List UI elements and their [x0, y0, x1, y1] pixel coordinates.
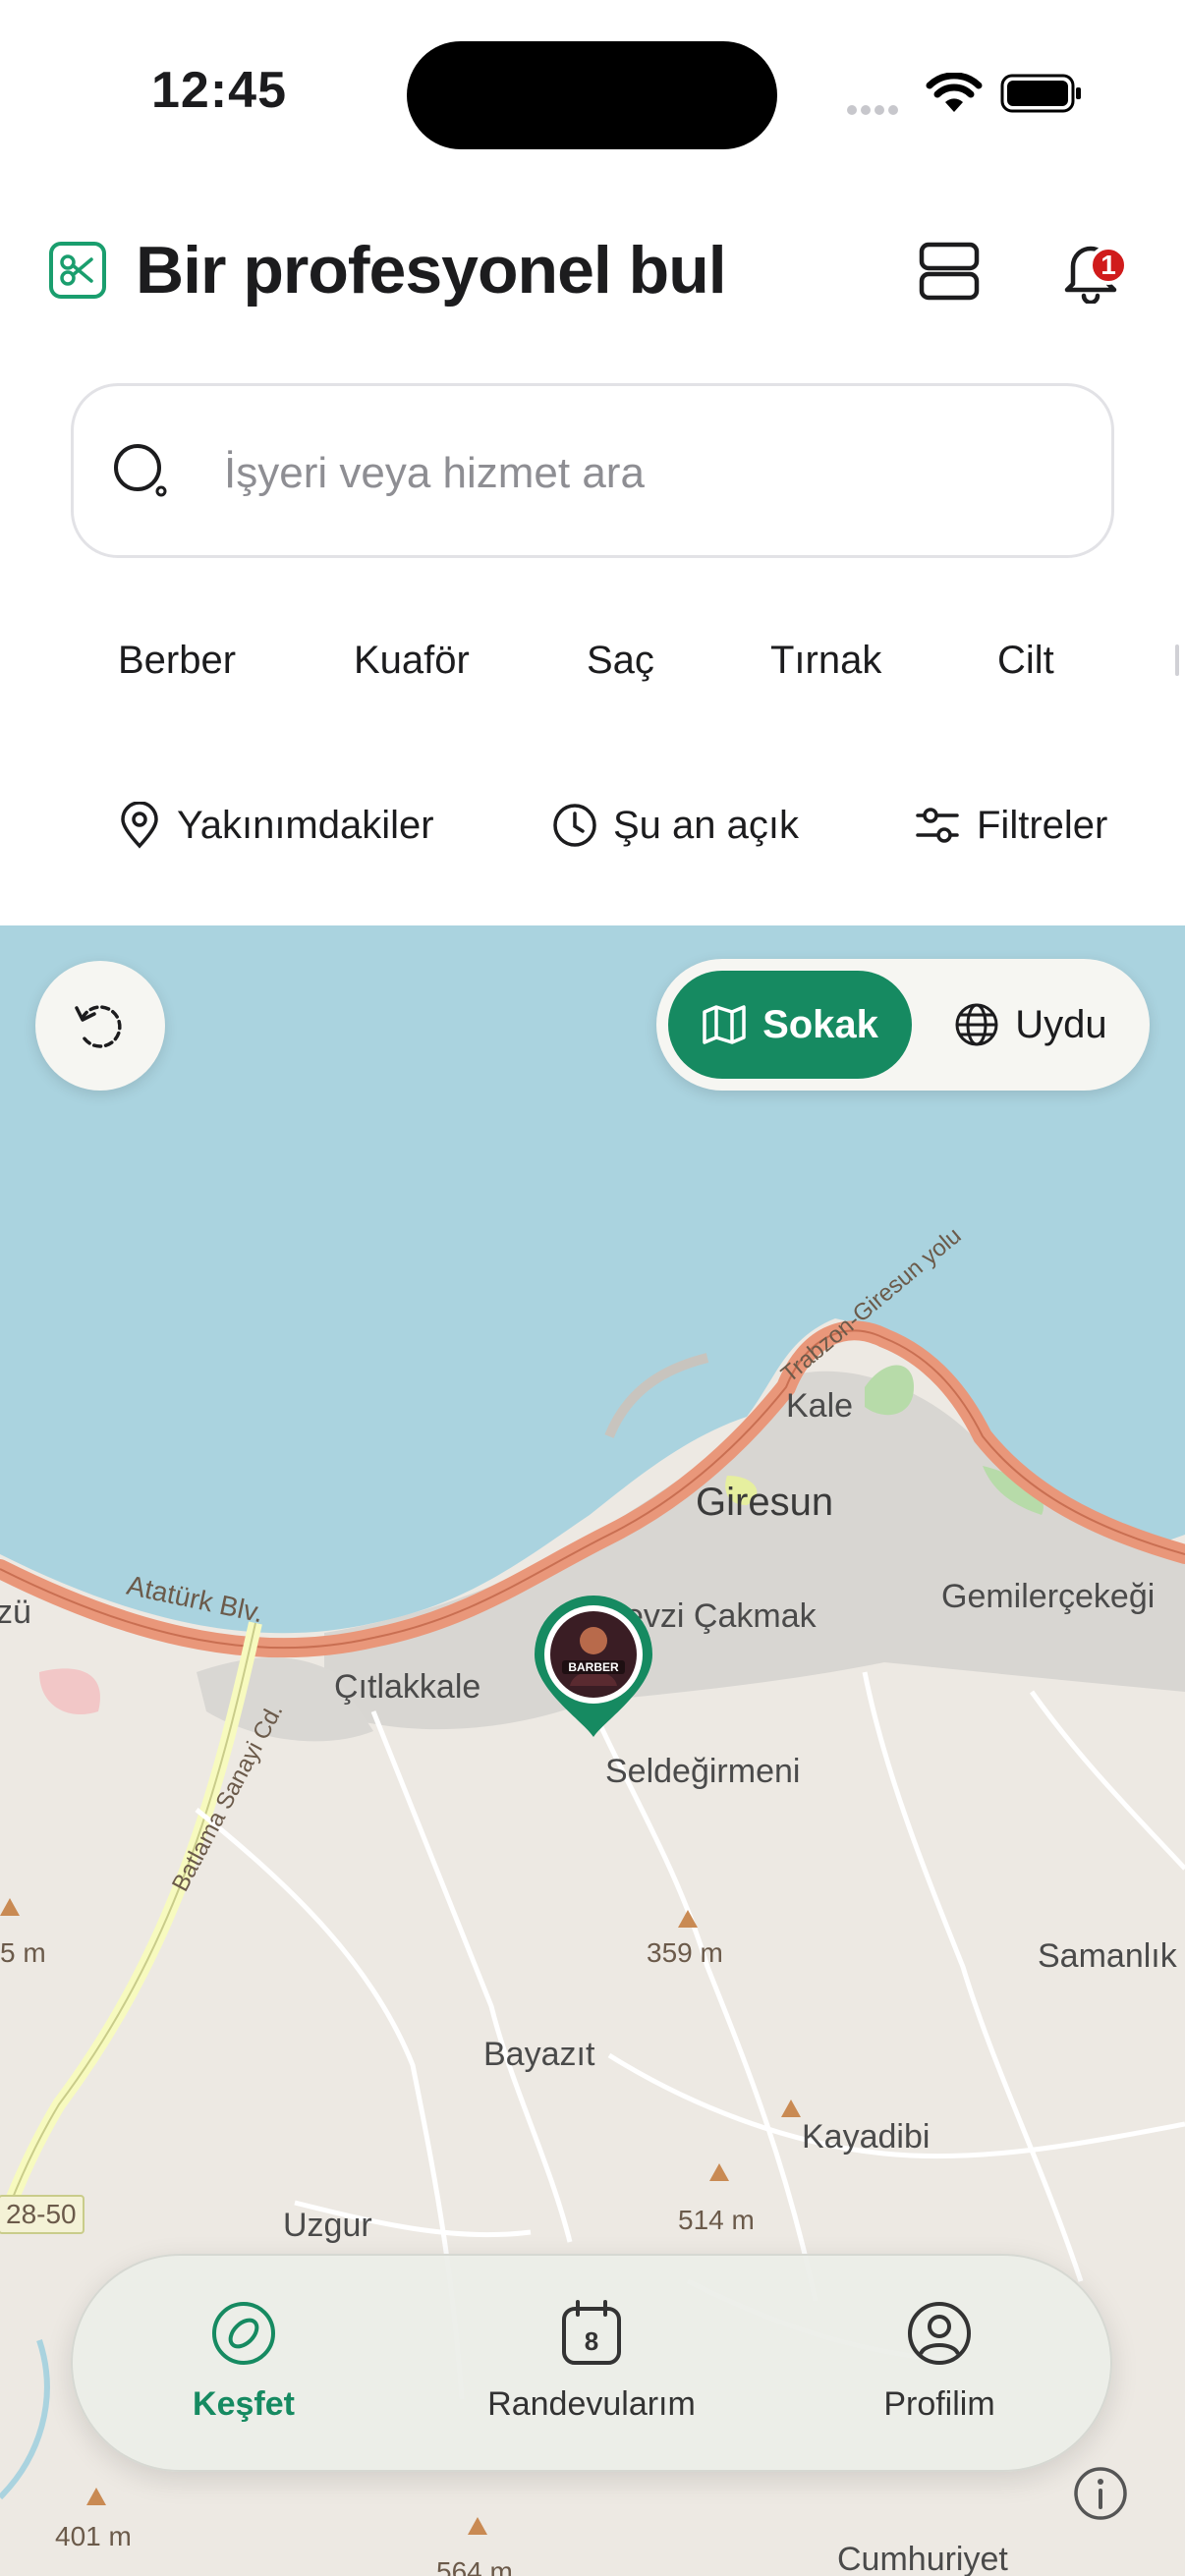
map-label-giresun: Giresun [696, 1481, 834, 1524]
satellite-mode-button[interactable]: Uydu [922, 971, 1140, 1079]
list-view-icon [919, 242, 980, 301]
scissors-logo-icon [49, 242, 106, 299]
pin-logo-text: BARBER [568, 1660, 619, 1674]
map-label-kayadibi: Kayadibi [802, 2118, 931, 2156]
open-now-filter-button[interactable]: Şu an açık [552, 796, 799, 855]
calendar-day: 8 [585, 2326, 598, 2356]
category-chip-cilt[interactable]: Cilt [997, 639, 1054, 683]
category-chip-berber[interactable]: Berber [118, 639, 236, 683]
tab-randevularim-label: Randevularım [487, 2385, 696, 2423]
clock-icon [553, 804, 596, 847]
tab-profilim-label: Profilim [883, 2385, 995, 2423]
category-chip-tirnak[interactable]: Tırnak [770, 639, 881, 683]
tab-randevularim[interactable]: 8 Randevularım [464, 2299, 719, 2424]
search-icon [114, 444, 167, 497]
search-placeholder: İşyeri veya hizmet ara [224, 449, 645, 497]
tab-kesfet[interactable]: Keşfet [116, 2299, 371, 2424]
map-label-gemilercekegi: Gemilerçekeği [941, 1578, 1156, 1615]
satellite-mode-label: Uydu [1015, 1002, 1107, 1046]
notification-badge: 1 [1089, 246, 1128, 285]
street-mode-label: Sokak [762, 1002, 878, 1046]
map-label-samanlik: Samanlık [1038, 1937, 1177, 1975]
page-title: Bir profesyonel bul [136, 233, 727, 308]
dynamic-island [407, 41, 777, 149]
refresh-icon [75, 1005, 122, 1048]
globe-icon [955, 1003, 998, 1046]
open-now-filter-label: Şu an açık [613, 803, 800, 847]
filters-label: Filtreler [977, 803, 1108, 847]
map-label-elevation-359: 359 m [647, 1937, 723, 1968]
category-scroll-indicator [1175, 644, 1179, 676]
business-map-pin[interactable]: BARBER [531, 1592, 656, 1739]
map-label-elevation-564: 564 m [436, 2556, 513, 2576]
wifi-icon [926, 73, 983, 112]
category-chip-kuafor[interactable]: Kuaför [354, 639, 470, 683]
nearby-filter-label: Yakınımdakiler [177, 803, 434, 847]
tab-profilim[interactable]: Profilim [812, 2299, 1067, 2424]
status-time: 12:45 [151, 62, 287, 119]
map-label-citlakkale: Çıtlakkale [334, 1668, 481, 1706]
map-label-uzgur: Uzgur [283, 2207, 372, 2244]
layout-toggle-button[interactable] [910, 232, 988, 310]
map-label-kale: Kale [786, 1387, 854, 1425]
map-label-elevation-514: 514 m [678, 2205, 755, 2235]
sliders-icon [916, 808, 959, 843]
recenter-button[interactable] [35, 961, 165, 1091]
category-chip-sac[interactable]: Saç [587, 639, 654, 683]
map-label-cumhuriyet: Cumhuriyet [837, 2541, 1008, 2576]
map-label-bayazit: Bayazıt [483, 2036, 595, 2073]
profile-icon [908, 2302, 971, 2365]
tab-kesfet-label: Keşfet [193, 2385, 295, 2423]
map-icon [703, 1005, 746, 1044]
location-pin-icon [121, 802, 158, 849]
compass-icon [212, 2302, 275, 2365]
map-label-seldegirmeni: Seldeğirmeni [605, 1753, 801, 1790]
battery-icon [1000, 74, 1081, 113]
calendar-icon: 8 [562, 2300, 621, 2365]
map-label-elevation-401: 401 m [55, 2521, 132, 2551]
info-icon[interactable] [1073, 2466, 1128, 2521]
nearby-filter-button[interactable]: Yakınımdakiler [118, 796, 434, 855]
map-label-zu: zü [0, 1594, 31, 1631]
map-label-road-28-50: 28-50 [0, 2195, 85, 2234]
street-mode-button[interactable]: Sokak [668, 971, 912, 1079]
filters-button[interactable]: Filtreler [914, 796, 1107, 855]
cellular-signal-icon [847, 102, 902, 120]
map-label-elevation-5: 5 m [0, 1937, 46, 1968]
